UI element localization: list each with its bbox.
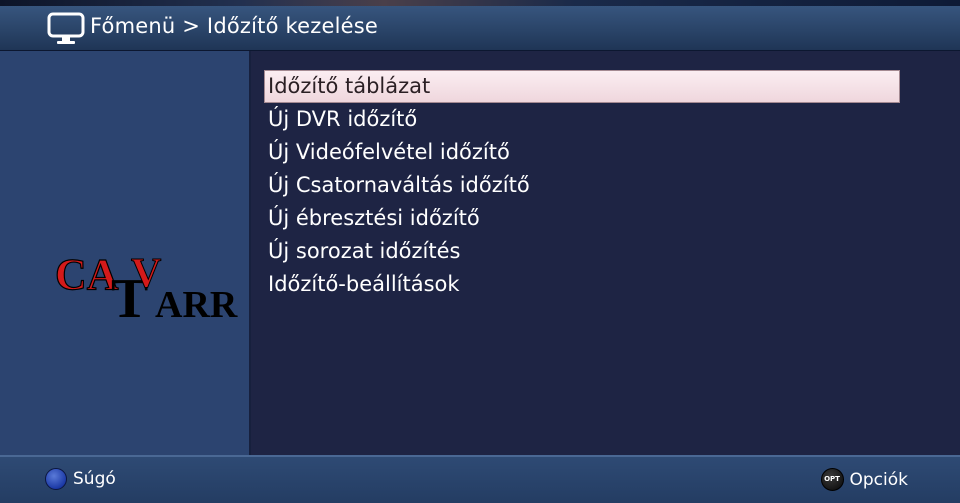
tv-icon bbox=[47, 12, 85, 44]
blue-button-icon bbox=[45, 468, 67, 490]
footer-bar: Súgó OPT Opciók bbox=[0, 455, 960, 503]
opt-button-icon: OPT bbox=[820, 468, 844, 491]
menu-item-new-channel-change-timer[interactable]: Új Csatornaváltás időzítő bbox=[264, 169, 904, 202]
help-button[interactable]: Súgó bbox=[45, 468, 116, 490]
options-button[interactable]: OPT Opciók bbox=[820, 468, 909, 491]
breadcrumb: Főmenü > Időzítő kezelése bbox=[90, 14, 378, 38]
svg-text:CA: CA bbox=[55, 250, 119, 299]
options-label: Opciók bbox=[849, 469, 909, 490]
catvtarr-logo: CA T V ARR bbox=[55, 249, 238, 326]
menu-item-timer-table[interactable]: Időzítő táblázat bbox=[264, 70, 900, 103]
left-panel: CA T V ARR bbox=[0, 51, 251, 455]
svg-text:ARR: ARR bbox=[155, 284, 238, 326]
menu-item-new-series-timer[interactable]: Új sorozat időzítés bbox=[264, 235, 904, 268]
menu-item-new-dvr-timer[interactable]: Új DVR időzítő bbox=[264, 103, 904, 136]
menu-item-timer-settings[interactable]: Időzítő-beállítások bbox=[264, 268, 904, 301]
menu-item-new-wakeup-timer[interactable]: Új ébresztési időzítő bbox=[264, 202, 904, 235]
header-bar: Főmenü > Időzítő kezelése bbox=[0, 6, 960, 51]
timer-menu: Időzítő táblázat Új DVR időzítő Új Videó… bbox=[264, 70, 904, 301]
help-label: Súgó bbox=[73, 469, 116, 489]
menu-item-new-video-recording-timer[interactable]: Új Videófelvétel időzítő bbox=[264, 136, 904, 169]
